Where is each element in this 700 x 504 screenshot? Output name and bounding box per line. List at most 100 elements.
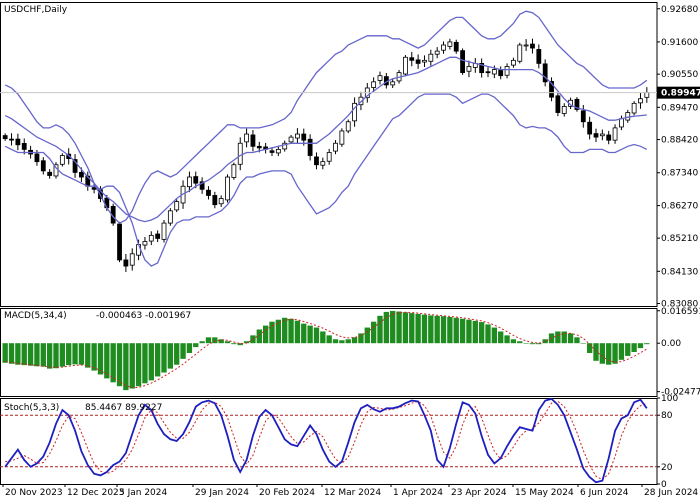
date-axis-tick-label: 29 Jan 2024	[195, 488, 249, 498]
macd-histogram-bar	[116, 343, 123, 387]
macd-histogram-bar	[161, 343, 167, 373]
candle-body	[174, 201, 180, 211]
macd-histogram-bar	[637, 343, 644, 349]
macd-histogram-bar	[580, 343, 586, 344]
candle-body	[193, 176, 199, 184]
macd-histogram-bar	[129, 343, 135, 389]
candle-body	[148, 234, 154, 242]
candle-body	[625, 112, 631, 121]
candle-body	[371, 81, 377, 88]
macd-histogram-bar	[618, 343, 625, 360]
price-axis-tick-label: 0.84130	[661, 267, 698, 277]
date-axis-tick-label: 20 Nov 2023	[5, 488, 63, 498]
macd-histogram-bar	[66, 343, 72, 366]
macd-histogram-bar	[358, 333, 364, 344]
macd-histogram-bar	[447, 316, 453, 344]
macd-histogram-bar	[326, 335, 332, 344]
candle-body	[441, 44, 446, 51]
price-axis-tick-label: 0.89470	[661, 103, 698, 113]
candle-body	[250, 134, 256, 147]
candle-body	[21, 143, 27, 150]
candle-body	[212, 195, 218, 206]
date-axis-tick-label: 1 Apr 2024	[393, 488, 443, 498]
macd-histogram-bar	[517, 341, 523, 344]
candle-body	[453, 41, 459, 52]
candle-body	[256, 145, 262, 149]
macd-histogram-bar	[193, 343, 199, 348]
macd-histogram-bar	[167, 343, 174, 369]
candle-body	[59, 155, 65, 165]
candle-body	[561, 106, 567, 114]
candle-body	[320, 161, 326, 166]
macd-histogram-bar	[313, 327, 320, 344]
stoch-title: Stoch(5,3,3)	[4, 403, 59, 413]
candle-body	[619, 118, 624, 128]
macd-histogram-bar	[294, 320, 301, 344]
candle-body	[377, 75, 383, 81]
macd-histogram-bar	[428, 315, 434, 344]
macd-histogram-bar	[224, 341, 231, 344]
macd-histogram-bar	[409, 313, 415, 344]
date-axis-tick-label: 23 Apr 2024	[451, 488, 507, 498]
candle-body	[536, 49, 542, 64]
price-axis-tick-label: 0.85210	[661, 234, 698, 244]
macd-histogram-bar	[269, 321, 275, 344]
macd-histogram-bar	[205, 337, 212, 344]
macd-axis-tick-label: 0.00	[661, 339, 681, 349]
macd-histogram-bar	[599, 343, 606, 364]
candle-body	[460, 50, 465, 74]
macd-histogram-bar	[383, 311, 390, 344]
macd-histogram-bar	[154, 343, 161, 377]
price-chart-title: USDCHF,Daily	[4, 5, 68, 15]
macd-histogram-bar	[256, 329, 262, 344]
macd-histogram-bar	[186, 343, 193, 353]
candle-body	[504, 66, 510, 76]
macd-histogram-bar	[199, 341, 205, 344]
macd-histogram-bar	[40, 343, 46, 367]
price-axis-tick-label: 0.92680	[661, 5, 698, 15]
candle-body	[593, 133, 599, 138]
macd-histogram-bar	[485, 324, 491, 344]
macd-histogram-bar	[123, 343, 129, 391]
macd-histogram-bar	[606, 343, 612, 365]
current-price-tag-label: 0.89947	[661, 89, 700, 99]
macd-histogram-bar	[567, 333, 574, 344]
date-axis-tick-label: 12 Mar 2024	[324, 488, 381, 498]
candle-body	[40, 160, 46, 172]
macd-histogram-bar	[542, 339, 548, 344]
candle-body	[307, 138, 313, 156]
stoch-axis-tick-label: 20	[661, 463, 673, 473]
date-axis-tick-label: 20 Feb 2024	[259, 488, 315, 498]
price-axis-tick-label: 0.88420	[661, 136, 698, 146]
macd-histogram-bar	[262, 325, 269, 344]
candle-body	[530, 43, 535, 49]
macd-histogram-bar	[301, 323, 307, 344]
macd-histogram-bar	[370, 321, 377, 344]
macd-histogram-bar	[491, 327, 498, 344]
candle-body	[218, 198, 224, 205]
macd-histogram-bar	[453, 317, 459, 344]
candle-body	[403, 56, 408, 75]
candle-body	[612, 127, 618, 141]
macd-histogram-bar	[472, 320, 478, 344]
candle-body	[485, 71, 491, 74]
candle-body	[409, 57, 415, 61]
macd-histogram-bar	[498, 331, 504, 344]
candle-body	[390, 81, 396, 86]
stoch-values: 85.4467 89.9227	[85, 403, 162, 413]
macd-histogram-bar	[27, 343, 34, 366]
macd-histogram-bar	[97, 343, 104, 375]
candle-body	[415, 59, 421, 64]
candle-body	[142, 241, 148, 246]
chart-window: 0.92680 0.91600 0.90550 0.89470 0.88420 0.873…	[0, 0, 700, 500]
price-pane	[0, 10, 657, 272]
macd-histogram-bar	[415, 313, 421, 344]
date-axis-tick-label: 12 Dec 2023	[67, 488, 125, 498]
macd-histogram-bar	[402, 312, 409, 344]
macd-histogram-bar	[631, 343, 637, 352]
candle-body	[244, 133, 249, 143]
candle-body	[631, 102, 637, 114]
date-axis-tick-label: 28 Jun 2024	[644, 488, 698, 498]
candle-body	[295, 133, 300, 139]
macd-pane	[2, 310, 650, 391]
